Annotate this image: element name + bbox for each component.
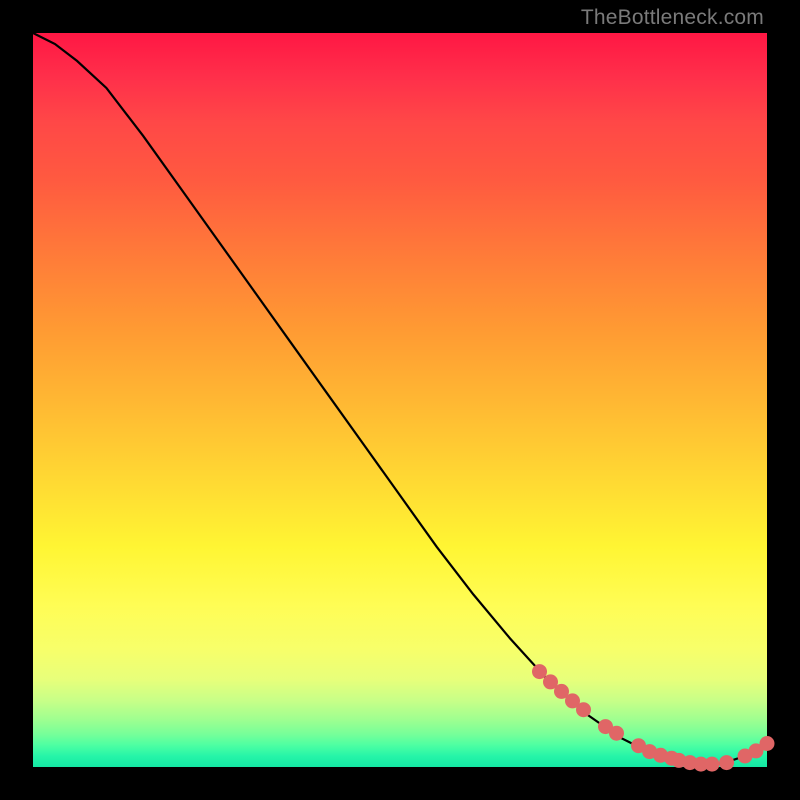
data-point xyxy=(609,726,624,741)
curve-line xyxy=(33,33,767,765)
data-point xyxy=(719,755,734,770)
watermark-text: TheBottleneck.com xyxy=(581,6,764,30)
curve-markers xyxy=(532,664,775,772)
data-point xyxy=(705,757,720,772)
chart-overlay xyxy=(33,33,767,767)
data-point xyxy=(532,664,547,679)
data-point xyxy=(576,702,591,717)
chart-frame: TheBottleneck.com xyxy=(0,0,800,800)
data-point xyxy=(760,736,775,751)
